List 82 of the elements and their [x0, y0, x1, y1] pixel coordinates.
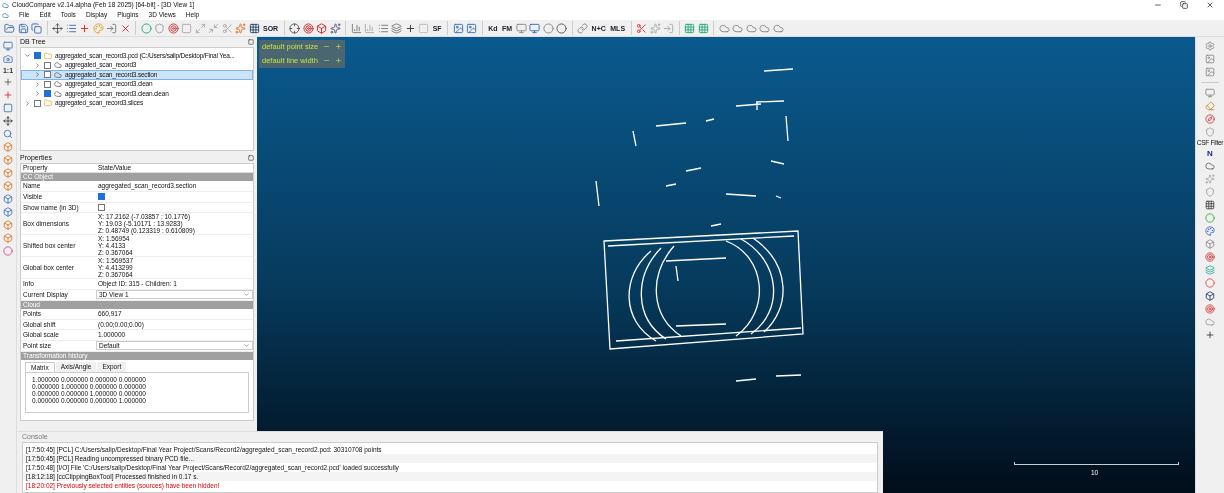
monitor-icon[interactable]: [1205, 88, 1215, 98]
cloud-icon[interactable]: [732, 22, 744, 34]
scissors-icon[interactable]: [636, 22, 648, 34]
cube-icon[interactable]: [3, 207, 13, 217]
save-icon[interactable]: [17, 22, 29, 34]
gear-icon[interactable]: [1205, 41, 1215, 51]
cube-icon[interactable]: [3, 155, 13, 165]
scissors-icon[interactable]: [221, 22, 233, 34]
box-icon[interactable]: [316, 22, 328, 34]
cloud-icon[interactable]: [718, 22, 730, 34]
chart-icon[interactable]: [364, 22, 376, 34]
undock-icon[interactable]: [248, 39, 254, 45]
compass-icon[interactable]: [1205, 114, 1215, 124]
plus-icon[interactable]: [79, 22, 90, 34]
cloud-icon[interactable]: [759, 22, 771, 34]
palette-icon[interactable]: [92, 22, 104, 34]
monitor-icon[interactable]: [515, 22, 527, 34]
windows-icon[interactable]: [31, 22, 42, 34]
camera-icon[interactable]: [3, 54, 13, 64]
checkbox[interactable]: [34, 99, 41, 107]
image-icon[interactable]: [1205, 67, 1215, 77]
shield-icon[interactable]: [1205, 127, 1215, 137]
crosshair-icon[interactable]: [289, 22, 301, 34]
export-icon[interactable]: [106, 22, 117, 34]
folder-icon[interactable]: [4, 22, 15, 34]
shrink-icon[interactable]: [208, 22, 219, 34]
move-icon[interactable]: [3, 116, 13, 126]
close-icon[interactable]: [1206, 1, 1214, 9]
target-icon[interactable]: [1205, 303, 1215, 314]
image-icon[interactable]: [452, 22, 464, 34]
layers-icon[interactable]: [1205, 264, 1215, 275]
cube-icon[interactable]: [1205, 238, 1215, 249]
cloud-icon[interactable]: [1205, 316, 1215, 327]
search-icon[interactable]: [3, 129, 13, 139]
sparkles-icon[interactable]: [649, 22, 661, 34]
monitor-icon[interactable]: [529, 22, 541, 34]
minimize-icon[interactable]: [1154, 1, 1162, 9]
north-button[interactable]: N: [1207, 149, 1213, 158]
sparkles-icon[interactable]: [1205, 173, 1215, 184]
image-icon[interactable]: [466, 22, 478, 34]
plus-icon[interactable]: [1205, 329, 1215, 340]
cube-icon[interactable]: [3, 142, 13, 152]
target-icon[interactable]: [1205, 251, 1215, 262]
delete-icon[interactable]: [119, 22, 131, 34]
cube-icon[interactable]: [3, 233, 13, 243]
list-icon[interactable]: [377, 22, 389, 34]
export-icon[interactable]: [663, 22, 675, 34]
sparkles-icon[interactable]: [329, 22, 341, 34]
restore-icon[interactable]: [1180, 1, 1188, 9]
target-icon[interactable]: [302, 22, 314, 34]
cube-icon[interactable]: [3, 168, 13, 178]
sphere-icon[interactable]: [556, 22, 568, 34]
shield-icon[interactable]: [154, 22, 165, 34]
cube-icon[interactable]: [3, 220, 13, 230]
grid-icon[interactable]: [248, 22, 260, 34]
expand-icon[interactable]: [194, 22, 206, 34]
cloud-icon[interactable]: [772, 22, 784, 34]
checkbox[interactable]: [44, 61, 51, 69]
cloud-icon[interactable]: [745, 22, 757, 34]
image-icon[interactable]: [1205, 54, 1215, 64]
cube-icon[interactable]: [3, 194, 13, 204]
chart-icon[interactable]: [350, 22, 362, 34]
circle-icon[interactable]: [140, 22, 152, 34]
plus-icon[interactable]: [404, 22, 416, 34]
checkbox[interactable]: [98, 193, 105, 201]
checkbox[interactable]: [34, 52, 41, 60]
checkbox[interactable]: [98, 203, 105, 211]
list-icon[interactable]: [65, 22, 77, 34]
checkbox[interactable]: [44, 90, 51, 98]
palette-icon[interactable]: [1205, 225, 1215, 236]
grid-icon[interactable]: [1205, 199, 1215, 210]
cloud-icon[interactable]: [1205, 160, 1215, 171]
monitor-icon[interactable]: [3, 41, 13, 51]
target-icon[interactable]: [167, 22, 179, 34]
cube-icon[interactable]: [3, 181, 13, 191]
sphere-icon[interactable]: [542, 22, 554, 34]
checkbox[interactable]: [44, 71, 51, 79]
undock-icon[interactable]: [248, 155, 254, 161]
checkbox[interactable]: [44, 80, 51, 88]
square-icon[interactable]: [181, 22, 192, 34]
move-icon[interactable]: [52, 22, 63, 34]
link-icon[interactable]: [577, 22, 589, 34]
